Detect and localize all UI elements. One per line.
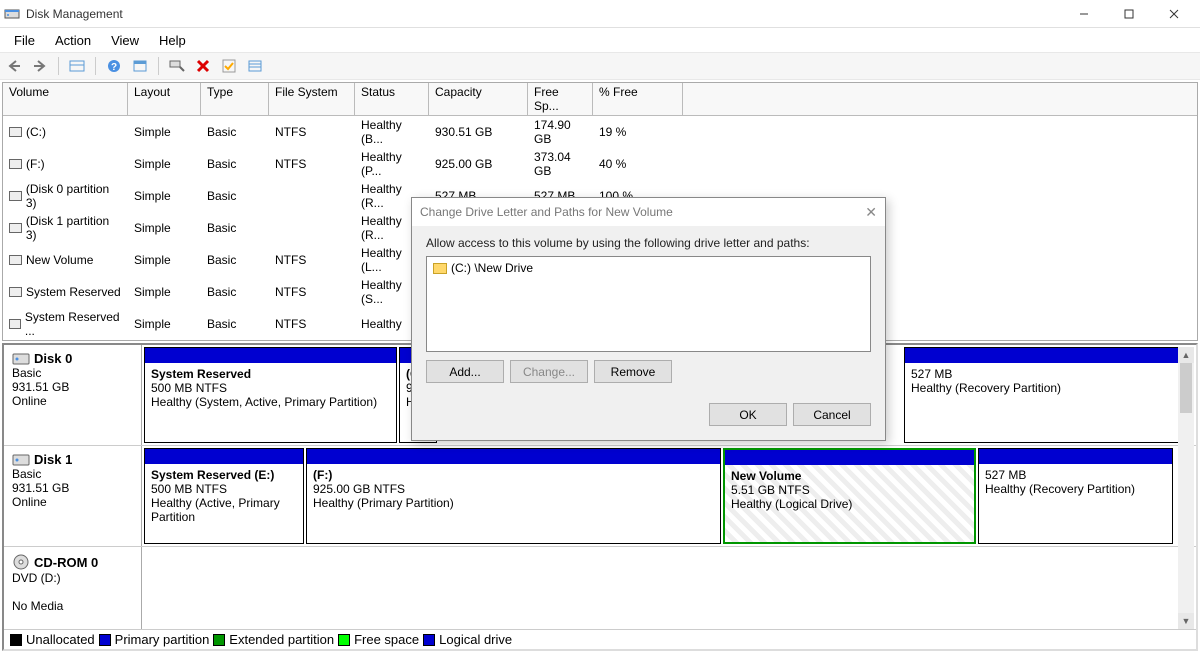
dialog-title: Change Drive Letter and Paths for New Vo… bbox=[420, 205, 673, 219]
drive-icon bbox=[9, 255, 22, 265]
legend-swatch bbox=[99, 634, 111, 646]
legend-swatch bbox=[338, 634, 350, 646]
titlebar: Disk Management bbox=[0, 0, 1200, 28]
disk-info[interactable]: CD-ROM 0DVD (D:)No Media bbox=[4, 547, 142, 632]
change-drive-letter-dialog: Change Drive Letter and Paths for New Vo… bbox=[411, 197, 886, 441]
path-listbox[interactable]: (C:) \New Drive bbox=[426, 256, 871, 352]
window-title: Disk Management bbox=[26, 7, 1061, 21]
disk-layout: System Reserved (E:)500 MB NTFSHealthy (… bbox=[142, 446, 1196, 546]
delete-button[interactable] bbox=[193, 56, 213, 76]
volume-row[interactable]: (F:)SimpleBasicNTFSHealthy (P...925.00 G… bbox=[3, 148, 1197, 180]
legend: Unallocated Primary partition Extended p… bbox=[4, 629, 1196, 649]
column-header[interactable]: Volume bbox=[3, 83, 128, 116]
scroll-up-icon[interactable]: ▲ bbox=[1178, 347, 1194, 363]
disk-info[interactable]: Disk 0Basic931.51 GBOnline bbox=[4, 345, 142, 445]
close-button[interactable] bbox=[1151, 1, 1196, 27]
back-button[interactable] bbox=[4, 56, 24, 76]
forward-button[interactable] bbox=[30, 56, 50, 76]
folder-icon bbox=[433, 263, 447, 274]
column-header[interactable]: Capacity bbox=[429, 83, 528, 116]
menubar: File Action View Help bbox=[0, 28, 1200, 52]
dialog-instruction: Allow access to this volume by using the… bbox=[426, 236, 871, 250]
scroll-down-icon[interactable]: ▼ bbox=[1178, 613, 1194, 629]
list-button[interactable] bbox=[245, 56, 265, 76]
refresh-button[interactable] bbox=[130, 56, 150, 76]
partition[interactable]: (F:)925.00 GB NTFSHealthy (Primary Parti… bbox=[306, 448, 721, 544]
drive-icon bbox=[9, 191, 22, 201]
legend-swatch bbox=[10, 634, 22, 646]
properties-button[interactable] bbox=[219, 56, 239, 76]
dialog-close-button[interactable]: ✕ bbox=[865, 204, 877, 221]
vertical-scrollbar[interactable]: ▲ ▼ bbox=[1178, 347, 1194, 629]
search-button[interactable] bbox=[167, 56, 187, 76]
remove-button[interactable]: Remove bbox=[594, 360, 672, 383]
legend-label: Primary partition bbox=[115, 632, 210, 647]
column-header[interactable]: Layout bbox=[128, 83, 201, 116]
menu-file[interactable]: File bbox=[6, 31, 43, 50]
disk-info[interactable]: Disk 1Basic931.51 GBOnline bbox=[4, 446, 142, 546]
minimize-button[interactable] bbox=[1061, 1, 1106, 27]
disk-icon bbox=[12, 352, 30, 366]
legend-label: Free space bbox=[354, 632, 419, 647]
partition[interactable]: 527 MBHealthy (Recovery Partition) bbox=[904, 347, 1194, 443]
drive-icon bbox=[9, 319, 21, 329]
column-header[interactable]: % Free bbox=[593, 83, 683, 116]
maximize-button[interactable] bbox=[1106, 1, 1151, 27]
legend-label: Extended partition bbox=[229, 632, 334, 647]
help-button[interactable]: ? bbox=[104, 56, 124, 76]
legend-label: Unallocated bbox=[26, 632, 95, 647]
disk-icon bbox=[12, 553, 30, 571]
menu-action[interactable]: Action bbox=[47, 31, 99, 50]
drive-icon bbox=[9, 287, 22, 297]
column-header[interactable]: File System bbox=[269, 83, 355, 116]
change-button[interactable]: Change... bbox=[510, 360, 588, 383]
dialog-titlebar: Change Drive Letter and Paths for New Vo… bbox=[412, 198, 885, 226]
disk-icon bbox=[12, 453, 30, 467]
column-header[interactable]: Status bbox=[355, 83, 429, 116]
partition[interactable]: System Reserved (E:)500 MB NTFSHealthy (… bbox=[144, 448, 304, 544]
cancel-button[interactable]: Cancel bbox=[793, 403, 871, 426]
legend-swatch bbox=[213, 634, 225, 646]
svg-text:?: ? bbox=[111, 62, 117, 73]
view-button[interactable] bbox=[67, 56, 87, 76]
volume-row[interactable]: (C:)SimpleBasicNTFSHealthy (B...930.51 G… bbox=[3, 116, 1197, 148]
menu-help[interactable]: Help bbox=[151, 31, 194, 50]
column-header[interactable]: Type bbox=[201, 83, 269, 116]
column-header[interactable]: Free Sp... bbox=[528, 83, 593, 116]
partition[interactable]: System Reserved500 MB NTFSHealthy (Syste… bbox=[144, 347, 397, 443]
disk-row: CD-ROM 0DVD (D:)No Media bbox=[4, 547, 1196, 633]
toolbar: ? bbox=[0, 52, 1200, 80]
drive-icon bbox=[9, 223, 22, 233]
add-button[interactable]: Add... bbox=[426, 360, 504, 383]
ok-button[interactable]: OK bbox=[709, 403, 787, 426]
path-list-item[interactable]: (C:) \New Drive bbox=[433, 261, 864, 275]
menu-view[interactable]: View bbox=[103, 31, 147, 50]
partition[interactable]: 527 MBHealthy (Recovery Partition) bbox=[978, 448, 1173, 544]
legend-label: Logical drive bbox=[439, 632, 512, 647]
legend-swatch bbox=[423, 634, 435, 646]
partition[interactable]: New Volume5.51 GB NTFSHealthy (Logical D… bbox=[723, 448, 976, 544]
scroll-thumb[interactable] bbox=[1180, 363, 1192, 413]
disk-row: Disk 1Basic931.51 GBOnlineSystem Reserve… bbox=[4, 446, 1196, 547]
drive-icon bbox=[9, 159, 22, 169]
drive-icon bbox=[9, 127, 22, 137]
app-icon bbox=[4, 6, 20, 22]
path-text: (C:) \New Drive bbox=[451, 261, 533, 275]
